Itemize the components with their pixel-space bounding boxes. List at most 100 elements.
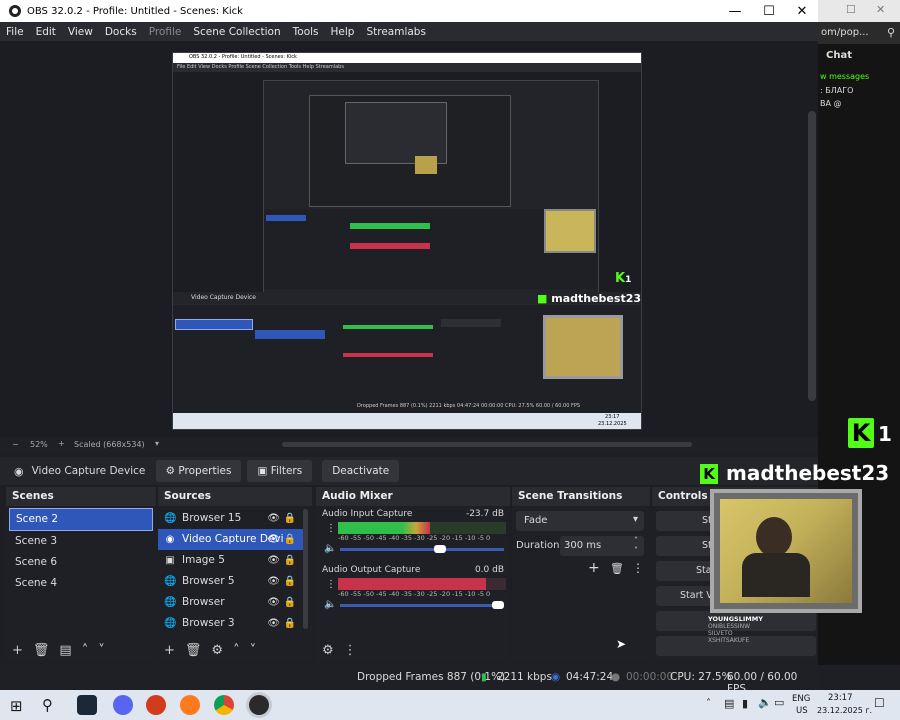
sources-footer: + 🗑 ⚙ ˄ ˅ [158, 638, 312, 662]
program-preview[interactable]: OBS 32.0.2 - Profile: Untitled - Scenes:… [172, 52, 642, 430]
sources-header: Sources [158, 487, 312, 506]
game-launcher-icon[interactable] [146, 695, 166, 715]
volume-icon[interactable]: 🔈 [758, 696, 772, 709]
menu-help[interactable]: Help [325, 26, 361, 38]
speaker-icon[interactable]: 🔈 [324, 599, 336, 610]
volume-slider-handle[interactable] [492, 601, 504, 609]
chrome-icon[interactable] [214, 695, 234, 715]
scene-item[interactable]: Scene 3 [9, 531, 153, 552]
move-scene-up-icon[interactable]: ˄ [82, 643, 89, 658]
remove-scene-icon[interactable]: 🗑 [33, 643, 50, 658]
menu-tools[interactable]: Tools [287, 26, 325, 38]
remove-source-icon[interactable]: 🗑 [185, 643, 202, 658]
visibility-eye-icon[interactable]: 👁 [267, 529, 280, 550]
clock-date[interactable]: 23.12.2025 г. [817, 706, 872, 715]
channel-menu-icon[interactable]: ⋮ [326, 523, 336, 534]
volume-slider-track[interactable] [340, 601, 504, 609]
chat-line-3: ВА @ [820, 99, 842, 108]
battery-icon[interactable]: ▭ [774, 696, 784, 709]
visibility-eye-icon[interactable]: 👁 [267, 613, 280, 634]
source-item[interactable]: ▣ Image 5 👁 🔒 [158, 550, 304, 571]
menu-edit[interactable]: Edit [30, 26, 62, 38]
lock-icon[interactable]: 🔒 [284, 508, 296, 529]
notification-icon[interactable]: ☐ [874, 696, 885, 710]
close-button[interactable]: ✕ [785, 0, 819, 22]
decrement-icon[interactable]: ˅ [634, 546, 638, 555]
scene-item[interactable]: Scene 6 [9, 552, 153, 573]
zoom-out-icon[interactable]: − [12, 440, 19, 449]
add-source-icon[interactable]: + [164, 643, 175, 658]
scene-item[interactable]: Scene 2 [9, 508, 153, 531]
lock-icon[interactable]: 🔒 [284, 550, 296, 571]
region-code[interactable]: US [796, 706, 808, 716]
filter-icon: ▣ [257, 465, 268, 477]
lock-icon[interactable]: 🔒 [284, 529, 296, 550]
firefox-icon[interactable] [180, 695, 200, 715]
network-icon[interactable]: ▤ [724, 697, 734, 710]
clock-time[interactable]: 23:17 [828, 693, 853, 703]
source-properties-icon[interactable]: ⚙ [211, 643, 223, 658]
discord-icon[interactable] [113, 695, 133, 715]
volume-slider-handle[interactable] [434, 545, 447, 553]
zoom-in-icon[interactable]: + [58, 439, 65, 448]
scenes-header: Scenes [6, 487, 156, 506]
source-item[interactable]: 🌐 Browser 👁 🔒 [158, 592, 304, 613]
remove-transition-icon[interactable]: 🗑 [610, 562, 624, 575]
move-source-up-icon[interactable]: ˄ [233, 643, 240, 658]
transition-select[interactable]: Fade ▾ [516, 511, 644, 531]
move-source-down-icon[interactable]: ˅ [250, 643, 257, 658]
menu-view[interactable]: View [62, 26, 99, 38]
source-item[interactable]: ◉ Video Capture Devi 👁 🔒 [158, 529, 304, 550]
visibility-eye-icon[interactable]: 👁 [267, 508, 280, 529]
lock-icon[interactable]: 🔒 [284, 592, 296, 613]
visibility-eye-icon[interactable]: 👁 [267, 571, 280, 592]
browser-maximize-icon[interactable]: ☐ [846, 3, 856, 16]
language-code[interactable]: ENG [792, 694, 810, 704]
visibility-eye-icon[interactable]: 👁 [267, 550, 280, 571]
preview-horizontal-scrollbar[interactable] [282, 442, 692, 447]
windows-start-icon[interactable]: ⊞ [10, 697, 23, 715]
duration-spinbox[interactable]: 300 ms ˄ ˅ [560, 536, 644, 556]
browser-close-icon[interactable]: ✕ [876, 3, 885, 16]
search-icon[interactable]: ⚲ [42, 696, 53, 714]
maximize-button[interactable]: ☐ [752, 0, 786, 22]
visibility-eye-icon[interactable]: 👁 [267, 592, 280, 613]
channel-meter-level [338, 522, 431, 534]
sources-scrollbar[interactable] [303, 509, 308, 629]
source-item[interactable]: 🌐 Browser 3 👁 🔒 [158, 613, 304, 634]
zoom-dropdown-icon[interactable]: ▾ [155, 439, 159, 448]
lock-icon[interactable]: 🔒 [284, 613, 296, 634]
speaker-icon[interactable]: 🔈 [324, 543, 336, 554]
menu-profile[interactable]: Profile [143, 26, 188, 38]
deactivate-button[interactable]: Deactivate [322, 460, 400, 482]
minimize-button[interactable]: — [718, 0, 752, 22]
advanced-audio-icon[interactable]: ⚙ [322, 643, 334, 658]
menu-docks[interactable]: Docks [99, 26, 143, 38]
properties-button[interactable]: ⚙ Properties [155, 460, 242, 482]
microphone-icon[interactable]: ▮ [742, 697, 748, 710]
volume-slider-track[interactable] [340, 545, 504, 553]
transition-menu-icon[interactable]: ⋮ [632, 561, 644, 575]
add-transition-icon[interactable]: + [588, 560, 600, 576]
menu-scene-collection[interactable]: Scene Collection [187, 26, 286, 38]
move-scene-down-icon[interactable]: ˅ [98, 643, 105, 658]
mixer-menu-icon[interactable]: ⋮ [344, 643, 357, 658]
filters-button[interactable]: ▣ Filters [247, 460, 313, 482]
source-item[interactable]: 🌐 Browser 5 👁 🔒 [158, 571, 304, 592]
scene-filters-icon[interactable]: ▤ [59, 643, 71, 658]
menu-streamlabs[interactable]: Streamlabs [360, 26, 431, 38]
tray-expand-icon[interactable]: ˄ [706, 698, 711, 709]
source-item[interactable]: 🌐 Browser 15 👁 🔒 [158, 508, 304, 529]
lock-icon[interactable]: 🔒 [284, 571, 296, 592]
increment-icon[interactable]: ˄ [634, 536, 638, 545]
browser-search-icon[interactable]: ⚲ [887, 22, 895, 44]
menu-file[interactable]: File [0, 26, 30, 38]
add-scene-icon[interactable]: + [12, 643, 23, 658]
preview-vertical-scrollbar[interactable] [808, 111, 816, 401]
globe-icon: 🌐 [164, 618, 177, 629]
obs-taskbar-icon[interactable] [249, 695, 269, 715]
browser-address-bar[interactable]: om/pop... ⚲ [818, 22, 900, 44]
steam-icon[interactable] [77, 695, 97, 715]
channel-menu-icon[interactable]: ⋮ [326, 579, 336, 590]
scene-item[interactable]: Scene 4 [9, 573, 153, 594]
